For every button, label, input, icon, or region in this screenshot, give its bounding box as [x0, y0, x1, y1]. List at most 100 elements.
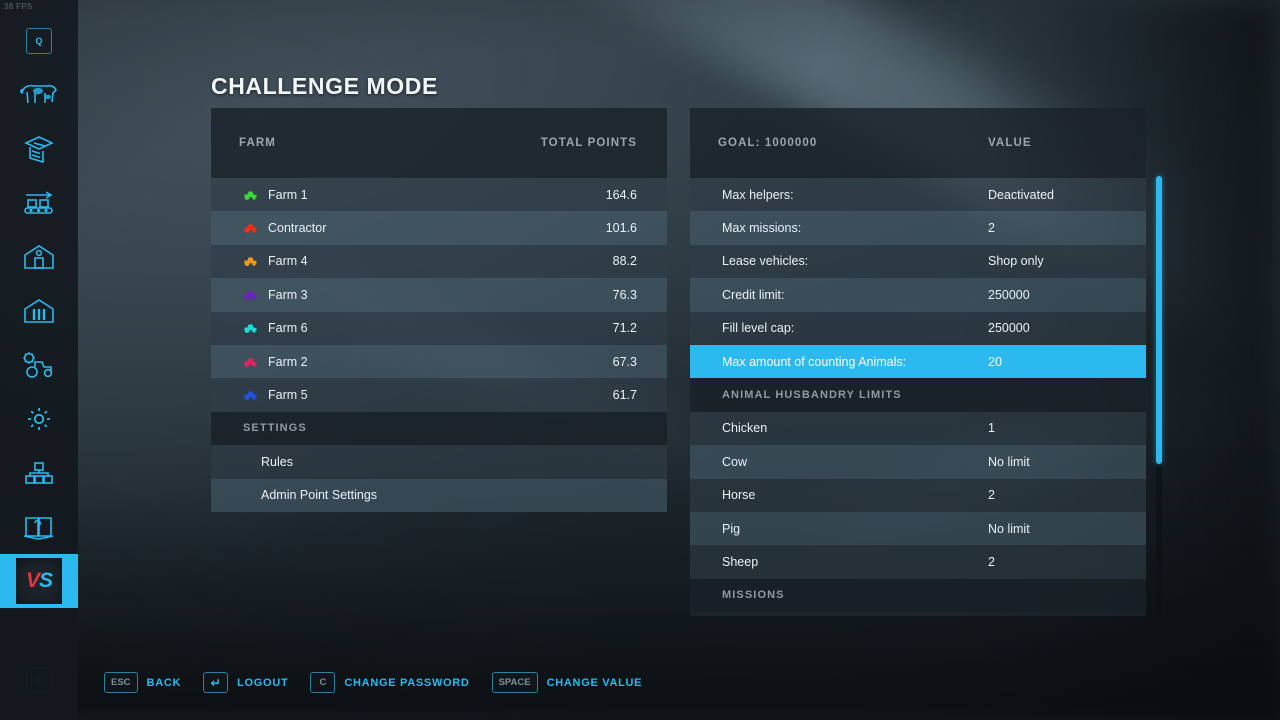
farm-name: Farm 6 [268, 321, 308, 336]
sidebar-item-challenge-mode[interactable]: VS [0, 554, 78, 608]
farm-color-icon [243, 356, 258, 368]
hint-key: C [310, 672, 336, 693]
settings-menu-item[interactable]: Admin Point Settings [211, 478, 667, 512]
setting-row[interactable]: Chicken 1 [690, 411, 1146, 446]
farm-ranking-panel: FARM TOTAL POINTS Farm 1 164.6 Contractor 1… [211, 108, 667, 512]
setting-value: Deactivated [988, 187, 1055, 202]
farm-color-icon [243, 389, 258, 401]
farm-name: Farm 5 [268, 388, 308, 403]
barn-icon [21, 242, 57, 272]
setting-row[interactable]: Max helpers: Deactivated [690, 178, 1146, 212]
setting-label: Max missions: [722, 221, 802, 236]
column-header-goal: GOAL: 1000000 [718, 137, 818, 149]
farm-row[interactable]: Farm 1 164.6 [211, 178, 667, 212]
sidebar-item-silo[interactable] [0, 284, 78, 338]
silo-icon [21, 296, 57, 326]
hint-key: ESC [104, 672, 138, 693]
settings-group-header: MISSIONS [690, 578, 1146, 613]
settings-scrollbar-thumb[interactable] [1156, 176, 1162, 464]
hint-item[interactable]: ESC BACK [104, 672, 181, 693]
settings-table-header: GOAL: 1000000 VALUE [690, 108, 1146, 178]
farm-name: Contractor [268, 221, 327, 236]
setting-value: Shop only [988, 254, 1044, 269]
farm-color-icon [243, 322, 258, 334]
admin-point-settings-panel: GOAL: 1000000 VALUE Max helpers: Deactiva… [690, 108, 1146, 616]
setting-label: Max helpers: [722, 187, 794, 202]
setting-value: 2 [988, 554, 995, 569]
help-book-icon [21, 512, 57, 542]
farm-row[interactable]: Farm 4 88.2 [211, 244, 667, 279]
vs-icon: VS [16, 558, 62, 604]
settings-group-header: ANIMAL HUSBANDRY LIMITS [690, 378, 1146, 412]
hint-key: SPACE [491, 672, 538, 693]
column-header-value: VALUE [988, 137, 1032, 149]
setting-label: Sheep [722, 554, 759, 569]
setting-value: 20 [988, 354, 1002, 369]
sidebar-item-vehicles[interactable] [0, 338, 78, 392]
farm-row[interactable]: Farm 6 71.2 [211, 311, 667, 345]
farm-row[interactable]: Farm 2 67.3 [211, 344, 667, 379]
tractor-settings-icon [19, 350, 59, 380]
setting-value: No limit [988, 521, 1030, 536]
fps-counter: 38 FPS [4, 2, 33, 11]
hint-item[interactable]: SPACE CHANGE VALUE [491, 672, 643, 693]
vs-icon-label: S [39, 569, 53, 592]
farm-row[interactable]: Farm 3 76.3 [211, 278, 667, 312]
setting-row[interactable]: Max amount of counting Animals: 20 [690, 344, 1146, 379]
documents-icon [21, 134, 57, 164]
setting-row[interactable]: Pig No limit [690, 511, 1146, 546]
setting-row[interactable]: Credit limit: 250000 [690, 278, 1146, 312]
hint-bar: ESC BACK ↵ LOGOUT C CHANGE PASSWORD SPACE CHANG… [104, 672, 642, 693]
hint-label: BACK [146, 676, 182, 689]
hint-label: LOGOUT [237, 676, 289, 689]
hint-key: ↵ [203, 672, 229, 693]
farm-row[interactable]: Farm 5 61.7 [211, 378, 667, 412]
setting-row[interactable]: Max missions: 2 [690, 211, 1146, 245]
farm-row[interactable]: Contractor 101.6 [211, 211, 667, 245]
column-header-points: TOTAL POINTS [540, 137, 637, 149]
hint-item[interactable]: ↵ LOGOUT [203, 672, 288, 693]
page-title: CHALLENGE MODE [211, 73, 438, 99]
farm-name: Farm 2 [268, 354, 308, 369]
farm-color-icon [243, 222, 258, 234]
sidebar-item-production[interactable] [0, 176, 78, 230]
farm-points: 101.6 [605, 221, 637, 236]
settings-menu-label: Rules [261, 454, 293, 469]
setting-value: No limit [988, 454, 1030, 469]
hint-label: CHANGE VALUE [546, 676, 643, 689]
sidebar-item-buildings[interactable] [0, 230, 78, 284]
farm-points: 76.3 [612, 287, 637, 302]
sidebar: Q VS [0, 0, 78, 720]
farm-name: Farm 1 [268, 187, 308, 202]
sidebar-item-settings[interactable] [0, 392, 78, 446]
setting-value: 250000 [988, 321, 1030, 336]
setting-row[interactable]: Sheep 2 [690, 545, 1146, 579]
setting-row[interactable]: Cow No limit [690, 445, 1146, 479]
sidebar-item-help[interactable] [0, 500, 78, 554]
setting-row[interactable]: CultivatingActivated [690, 612, 1146, 616]
setting-label: Horse [722, 488, 756, 503]
hint-item[interactable]: C CHANGE PASSWORD [310, 672, 469, 693]
settings-section-header: SETTINGS [211, 411, 667, 446]
setting-row[interactable]: Lease vehicles: Shop only [690, 244, 1146, 279]
sidebar-item-animals[interactable] [0, 68, 78, 122]
cow-icon [19, 80, 59, 110]
setting-value: 2 [988, 221, 995, 236]
farm-color-icon [243, 289, 258, 301]
hint-label: CHANGE PASSWORD [344, 676, 470, 689]
setting-row[interactable]: Horse 2 [690, 478, 1146, 512]
farm-color-icon [243, 255, 258, 267]
sidebar-item-q-key[interactable]: Q [0, 14, 78, 68]
sidebar-item-overview[interactable] [0, 446, 78, 500]
setting-row[interactable]: Fill level cap: 250000 [690, 311, 1146, 345]
farm-points: 71.2 [612, 321, 637, 336]
farm-points: 61.7 [612, 388, 637, 403]
settings-menu-item[interactable]: Rules [211, 445, 667, 479]
farm-name: Farm 4 [268, 254, 308, 269]
sidebar-item-documents[interactable] [0, 122, 78, 176]
setting-label: Lease vehicles: [722, 254, 809, 269]
setting-label: Chicken [722, 421, 768, 436]
conveyor-icon [20, 188, 58, 218]
setting-value: 250000 [988, 287, 1030, 302]
settings-scrollbar[interactable] [1156, 176, 1162, 616]
